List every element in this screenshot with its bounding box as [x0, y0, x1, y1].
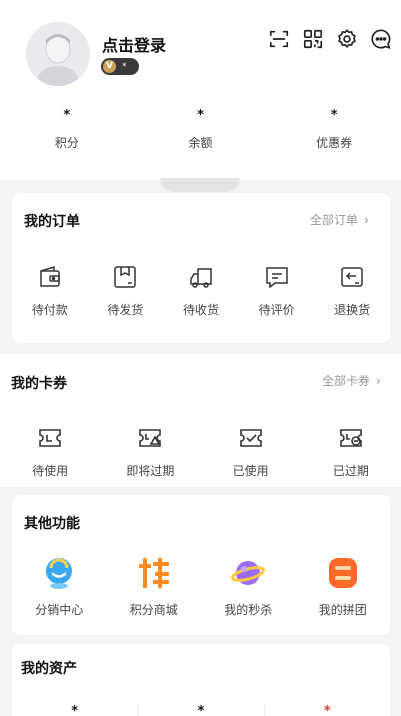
coupon-status-row: 待使用 即将过期 已使用 已过期	[0, 424, 401, 479]
account-stats: * 积分 * 余额 * 优惠券	[0, 108, 401, 151]
comment-icon	[265, 267, 288, 289]
profile-header: 点击登录 V * * 积分 * 余额 * 优惠券	[0, 0, 401, 180]
group-buy-icon	[328, 558, 357, 588]
ticket-warning-icon	[139, 429, 162, 447]
return-icon	[341, 267, 363, 287]
distribution-center[interactable]: 分销中心	[12, 555, 107, 618]
coupon-item-label: 待使用	[32, 464, 69, 478]
order-item-label: 待收货	[182, 303, 219, 317]
user-avatar-icon	[26, 22, 90, 86]
coupon-item-label: 已过期	[332, 464, 369, 478]
coupon-expiring[interactable]: 即将过期	[100, 424, 200, 479]
all-orders-label: 全部订单	[310, 213, 359, 227]
order-pending-receipt[interactable]: 待收货	[163, 263, 239, 318]
asset-value[interactable]: *	[138, 704, 265, 716]
coupons-card: 我的卡券 全部卡券 › 待使用 即将过期 已使用 已过期	[0, 354, 401, 487]
vip-icon: V	[103, 60, 116, 73]
coupon-item-label: 即将过期	[126, 464, 175, 478]
function-label: 我的秒杀	[224, 603, 273, 617]
scan-icon[interactable]	[268, 28, 290, 50]
order-pending-shipment[interactable]: 待发货	[88, 263, 164, 318]
assets-title: 我的资产	[21, 661, 77, 677]
function-label: 积分商城	[129, 603, 178, 617]
avatar[interactable]	[26, 22, 90, 86]
asset-value[interactable]: *	[265, 704, 390, 716]
assets-card: 我的资产 * * *	[12, 644, 390, 716]
header-actions	[268, 28, 392, 50]
header-divider-bump	[160, 178, 240, 192]
my-group-buy[interactable]: 我的拼团	[296, 555, 391, 618]
order-item-label: 待评价	[258, 303, 295, 317]
gear-icon[interactable]	[336, 28, 358, 50]
stat-points[interactable]: * 积分	[0, 108, 134, 151]
planet-icon	[231, 561, 266, 585]
order-returns[interactable]: 退换货	[314, 263, 390, 318]
my-flash-sale[interactable]: 我的秒杀	[201, 555, 296, 618]
function-label: 我的拼团	[318, 603, 367, 617]
group-buy-pin-icon	[138, 558, 169, 588]
asset-value[interactable]: *	[12, 704, 139, 716]
member-level-badge: V *	[101, 58, 139, 75]
stat-label: 余额	[188, 136, 213, 150]
member-level-value: *	[122, 61, 127, 72]
all-coupons-link[interactable]: 全部卡券 ›	[322, 372, 381, 389]
message-icon[interactable]	[370, 28, 392, 50]
ticket-expired-icon	[340, 429, 362, 447]
stat-coupons[interactable]: * 优惠券	[267, 108, 401, 151]
chevron-right-icon: ›	[364, 213, 369, 227]
order-pending-payment[interactable]: 待付款	[12, 263, 88, 318]
coupons-title: 我的卡券	[11, 376, 67, 392]
other-functions-title: 其他功能	[24, 516, 80, 532]
coupon-unused[interactable]: 待使用	[0, 424, 100, 479]
stat-label: 优惠券	[316, 136, 353, 150]
order-status-row: 待付款 待发货 待收货 待评价 退换货	[12, 263, 390, 318]
stat-balance[interactable]: * 余额	[134, 108, 268, 151]
function-label: 分销中心	[35, 603, 84, 617]
other-functions-row: 分销中心 积分商城 我的秒杀 我的拼团	[12, 555, 390, 618]
stat-value: *	[197, 108, 204, 123]
coupon-used[interactable]: 已使用	[201, 424, 301, 479]
order-item-label: 待付款	[31, 303, 68, 317]
coupon-expired[interactable]: 已过期	[301, 424, 401, 479]
coupon-item-label: 已使用	[232, 464, 269, 478]
ticket-unused-icon	[39, 429, 61, 447]
order-pending-review[interactable]: 待评价	[239, 263, 315, 318]
stat-value: *	[63, 108, 71, 123]
ticket-check-icon	[239, 429, 262, 447]
qrcode-icon[interactable]	[302, 28, 324, 50]
all-coupons-label: 全部卡券	[322, 374, 371, 388]
points-mall[interactable]: 积分商城	[107, 555, 202, 618]
orders-title: 我的订单	[24, 214, 80, 230]
package-icon	[114, 266, 137, 288]
login-title[interactable]: 点击登录	[102, 32, 166, 56]
truck-icon	[190, 268, 212, 288]
order-item-label: 待发货	[107, 303, 144, 317]
chevron-right-icon: ›	[376, 374, 381, 388]
stat-value: *	[330, 108, 338, 123]
orders-card: 我的订单 全部订单 › 待付款 待发货 待收货 待评价 退换货	[12, 193, 390, 343]
wallet-icon	[40, 265, 60, 287]
all-orders-link[interactable]: 全部订单 ›	[310, 211, 369, 228]
asset-values: * * *	[12, 704, 390, 716]
distribution-icon	[46, 558, 73, 589]
order-item-label: 退换货	[334, 303, 371, 317]
stat-label: 积分	[54, 136, 79, 150]
other-functions-card: 其他功能 分销中心 积分商城 我的秒杀 我的拼团	[12, 495, 390, 635]
